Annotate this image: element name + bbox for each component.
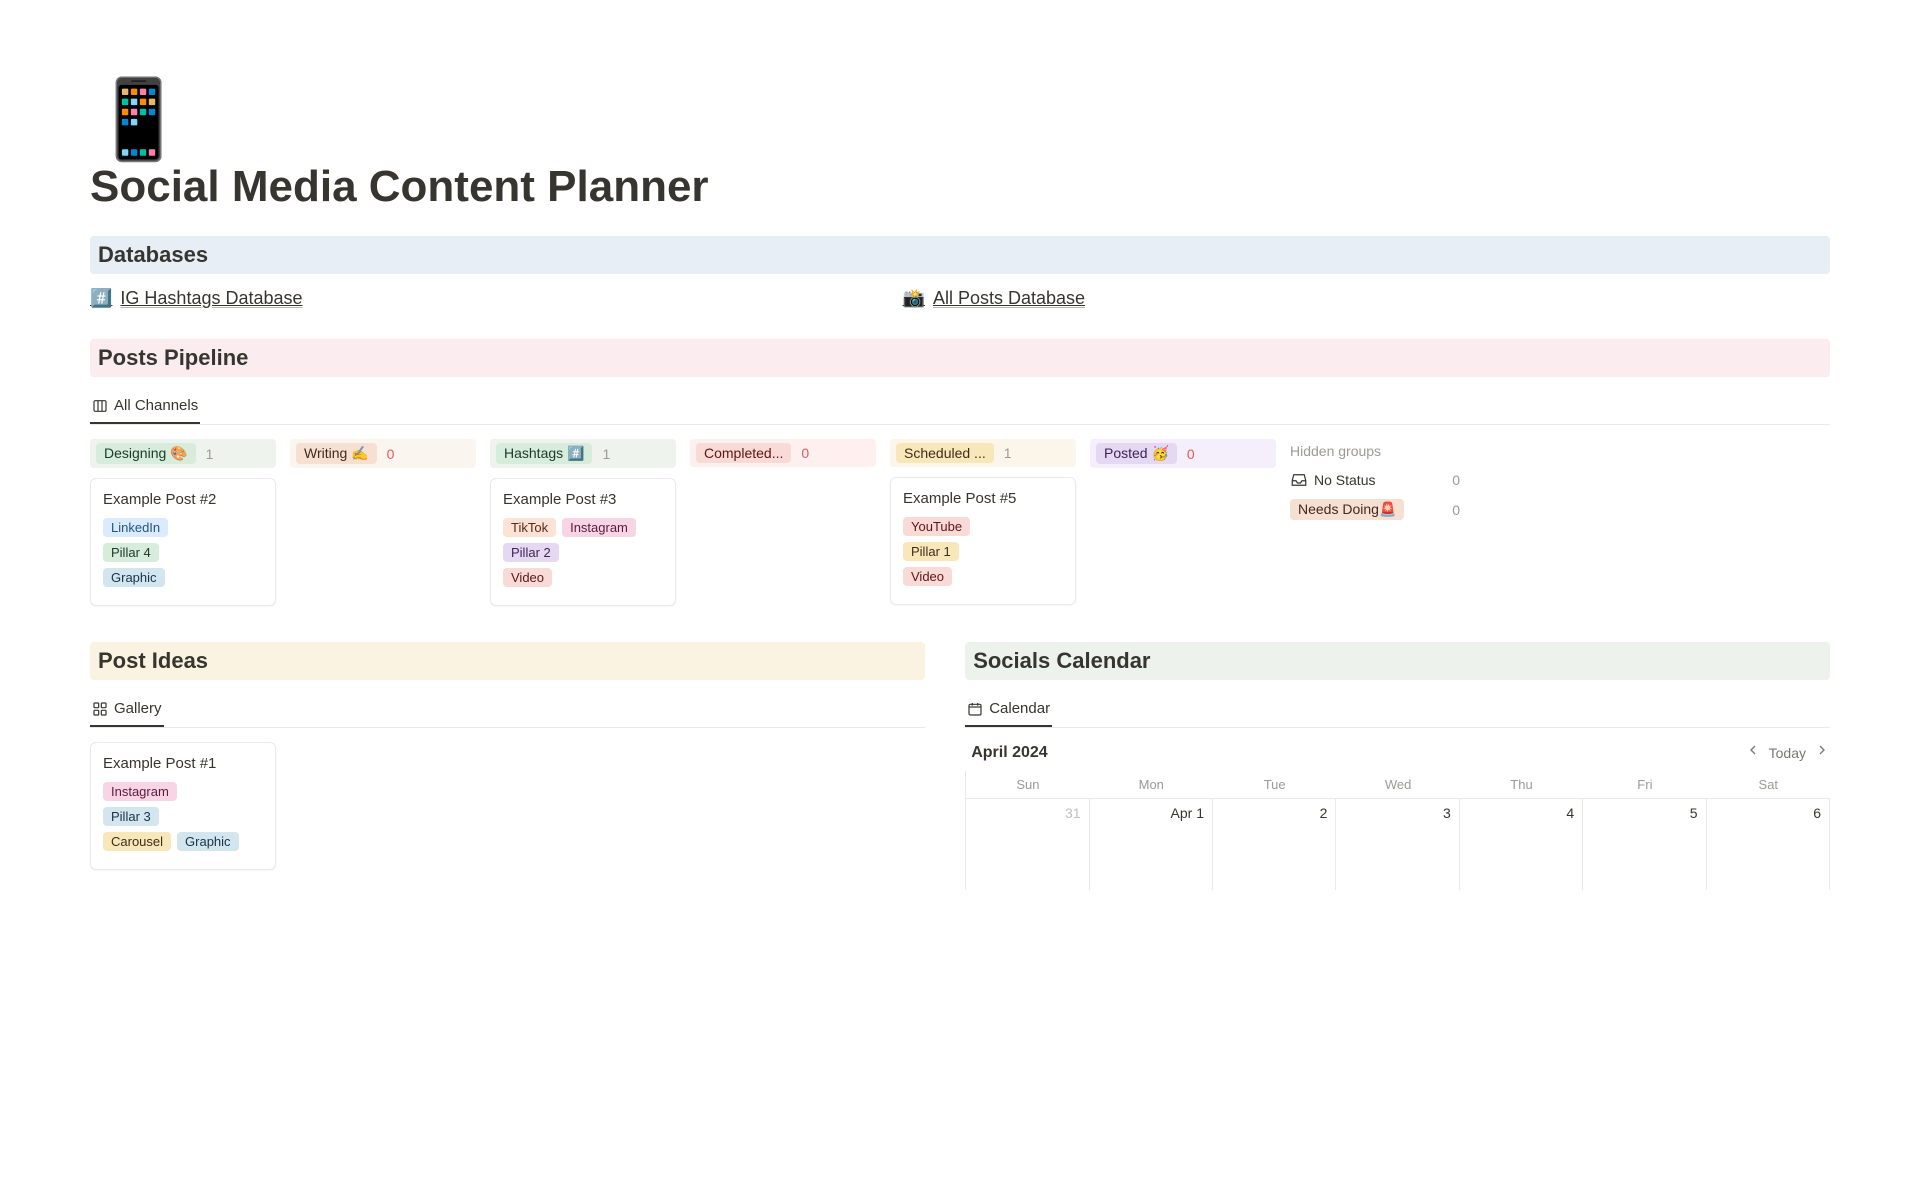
board-icon	[92, 398, 108, 414]
hidden-groups: Hidden groups No Status 0 Needs Doing🚨 0	[1290, 439, 1460, 606]
hidden-label: Needs Doing🚨	[1290, 499, 1404, 520]
db-link-label: All Posts Database	[933, 288, 1085, 309]
dow-sat: Sat	[1707, 771, 1830, 798]
link-ig-hashtags-db[interactable]: #️⃣ IG Hashtags Database	[90, 288, 303, 309]
hidden-count: 0	[1452, 472, 1460, 488]
tag-pillar2: Pillar 2	[503, 543, 559, 562]
column-count: 0	[1187, 446, 1195, 462]
tag-video: Video	[503, 568, 552, 587]
kanban-column-completed[interactable]: Completed... 0	[690, 439, 876, 606]
card-title: Example Post #3	[503, 491, 663, 508]
dow-wed: Wed	[1336, 771, 1459, 798]
tag-video: Video	[903, 567, 952, 586]
link-all-posts-db[interactable]: 📸 All Posts Database	[903, 288, 1086, 309]
page-icon: 📱	[90, 80, 1830, 158]
tab-label: All Channels	[114, 397, 198, 414]
column-label: Designing 🎨	[96, 443, 196, 464]
camera-icon: 📸	[903, 288, 925, 309]
calendar-prev-button[interactable]	[1745, 742, 1761, 763]
calendar-cell[interactable]: Apr 1	[1090, 798, 1213, 890]
tag-pillar3: Pillar 3	[103, 807, 159, 826]
dow-fri: Fri	[1583, 771, 1706, 798]
kanban-column-scheduled[interactable]: Scheduled ... 1 Example Post #5 YouTube …	[890, 439, 1076, 606]
hidden-needs-doing[interactable]: Needs Doing🚨 0	[1290, 499, 1460, 520]
column-label: Scheduled ...	[896, 443, 994, 463]
calendar-cell[interactable]: 2	[1213, 798, 1336, 890]
calendar-grid: Sun Mon Tue Wed Thu Fri Sat 31 Apr 1 2 3…	[965, 771, 1830, 890]
kanban-column-designing[interactable]: Designing 🎨 1 Example Post #2 LinkedIn P…	[90, 439, 276, 606]
tab-all-channels[interactable]: All Channels	[90, 391, 200, 424]
column-label: Completed...	[696, 443, 791, 463]
column-count: 0	[801, 445, 809, 461]
hidden-label: No Status	[1314, 472, 1375, 488]
kanban-column-hashtags[interactable]: Hashtags #️⃣ 1 Example Post #3 TikTok In…	[490, 439, 676, 606]
dow-tue: Tue	[1213, 771, 1336, 798]
card-title: Example Post #2	[103, 491, 263, 508]
inbox-icon	[1290, 471, 1308, 489]
kanban-column-posted[interactable]: Posted 🥳 0	[1090, 439, 1276, 606]
kanban-column-writing[interactable]: Writing ✍️ 0	[290, 439, 476, 606]
calendar-next-button[interactable]	[1814, 742, 1830, 763]
hashtag-icon: #️⃣	[90, 288, 112, 309]
tag-pillar4: Pillar 4	[103, 543, 159, 562]
hidden-no-status[interactable]: No Status 0	[1290, 471, 1460, 489]
column-label: Hashtags #️⃣	[496, 443, 592, 464]
page-title: Social Media Content Planner	[90, 162, 1830, 212]
tab-label: Calendar	[989, 700, 1050, 717]
calendar-today-button[interactable]: Today	[1769, 745, 1806, 761]
section-header-ideas: Post Ideas	[90, 642, 925, 680]
tag-graphic: Graphic	[103, 568, 165, 587]
section-header-pipeline: Posts Pipeline	[90, 339, 1830, 377]
column-count: 1	[602, 446, 610, 462]
section-header-calendar: Socials Calendar	[965, 642, 1830, 680]
section-header-databases: Databases	[90, 236, 1830, 274]
column-count: 1	[1004, 445, 1012, 461]
column-count: 1	[206, 446, 214, 462]
tag-tiktok: TikTok	[503, 518, 556, 537]
calendar-icon	[967, 701, 983, 717]
dow-sun: Sun	[966, 771, 1089, 798]
dow-mon: Mon	[1090, 771, 1213, 798]
tag-youtube: YouTube	[903, 517, 970, 536]
dow-thu: Thu	[1460, 771, 1583, 798]
calendar-month: April 2024	[965, 744, 1047, 762]
tag-linkedin: LinkedIn	[103, 518, 168, 537]
kanban-board: Designing 🎨 1 Example Post #2 LinkedIn P…	[90, 439, 1830, 606]
tag-pillar1: Pillar 1	[903, 542, 959, 561]
card-example-post-3[interactable]: Example Post #3 TikTok Instagram Pillar …	[490, 478, 676, 606]
column-count: 0	[387, 446, 395, 462]
db-link-label: IG Hashtags Database	[120, 288, 302, 309]
column-label: Writing ✍️	[296, 443, 377, 464]
tag-instagram: Instagram	[562, 518, 636, 537]
hidden-count: 0	[1452, 502, 1460, 518]
tag-instagram: Instagram	[103, 782, 177, 801]
tab-label: Gallery	[114, 700, 162, 717]
calendar-cell[interactable]: 5	[1583, 798, 1706, 890]
gallery-icon	[92, 701, 108, 717]
calendar-cell[interactable]: 4	[1460, 798, 1583, 890]
column-label: Posted 🥳	[1096, 443, 1177, 464]
card-example-post-2[interactable]: Example Post #2 LinkedIn Pillar 4 Graphi…	[90, 478, 276, 606]
calendar-cell[interactable]: 6	[1707, 798, 1830, 890]
card-example-post-1[interactable]: Example Post #1 Instagram Pillar 3 Carou…	[90, 742, 276, 870]
hidden-groups-title: Hidden groups	[1290, 443, 1460, 459]
card-title: Example Post #5	[903, 490, 1063, 507]
tab-gallery[interactable]: Gallery	[90, 694, 164, 727]
tag-graphic: Graphic	[177, 832, 239, 851]
calendar-cell[interactable]: 3	[1336, 798, 1459, 890]
card-example-post-5[interactable]: Example Post #5 YouTube Pillar 1 Video	[890, 477, 1076, 605]
tab-calendar[interactable]: Calendar	[965, 694, 1052, 727]
card-title: Example Post #1	[103, 755, 263, 772]
calendar-cell[interactable]: 31	[966, 798, 1089, 890]
tag-carousel: Carousel	[103, 832, 171, 851]
